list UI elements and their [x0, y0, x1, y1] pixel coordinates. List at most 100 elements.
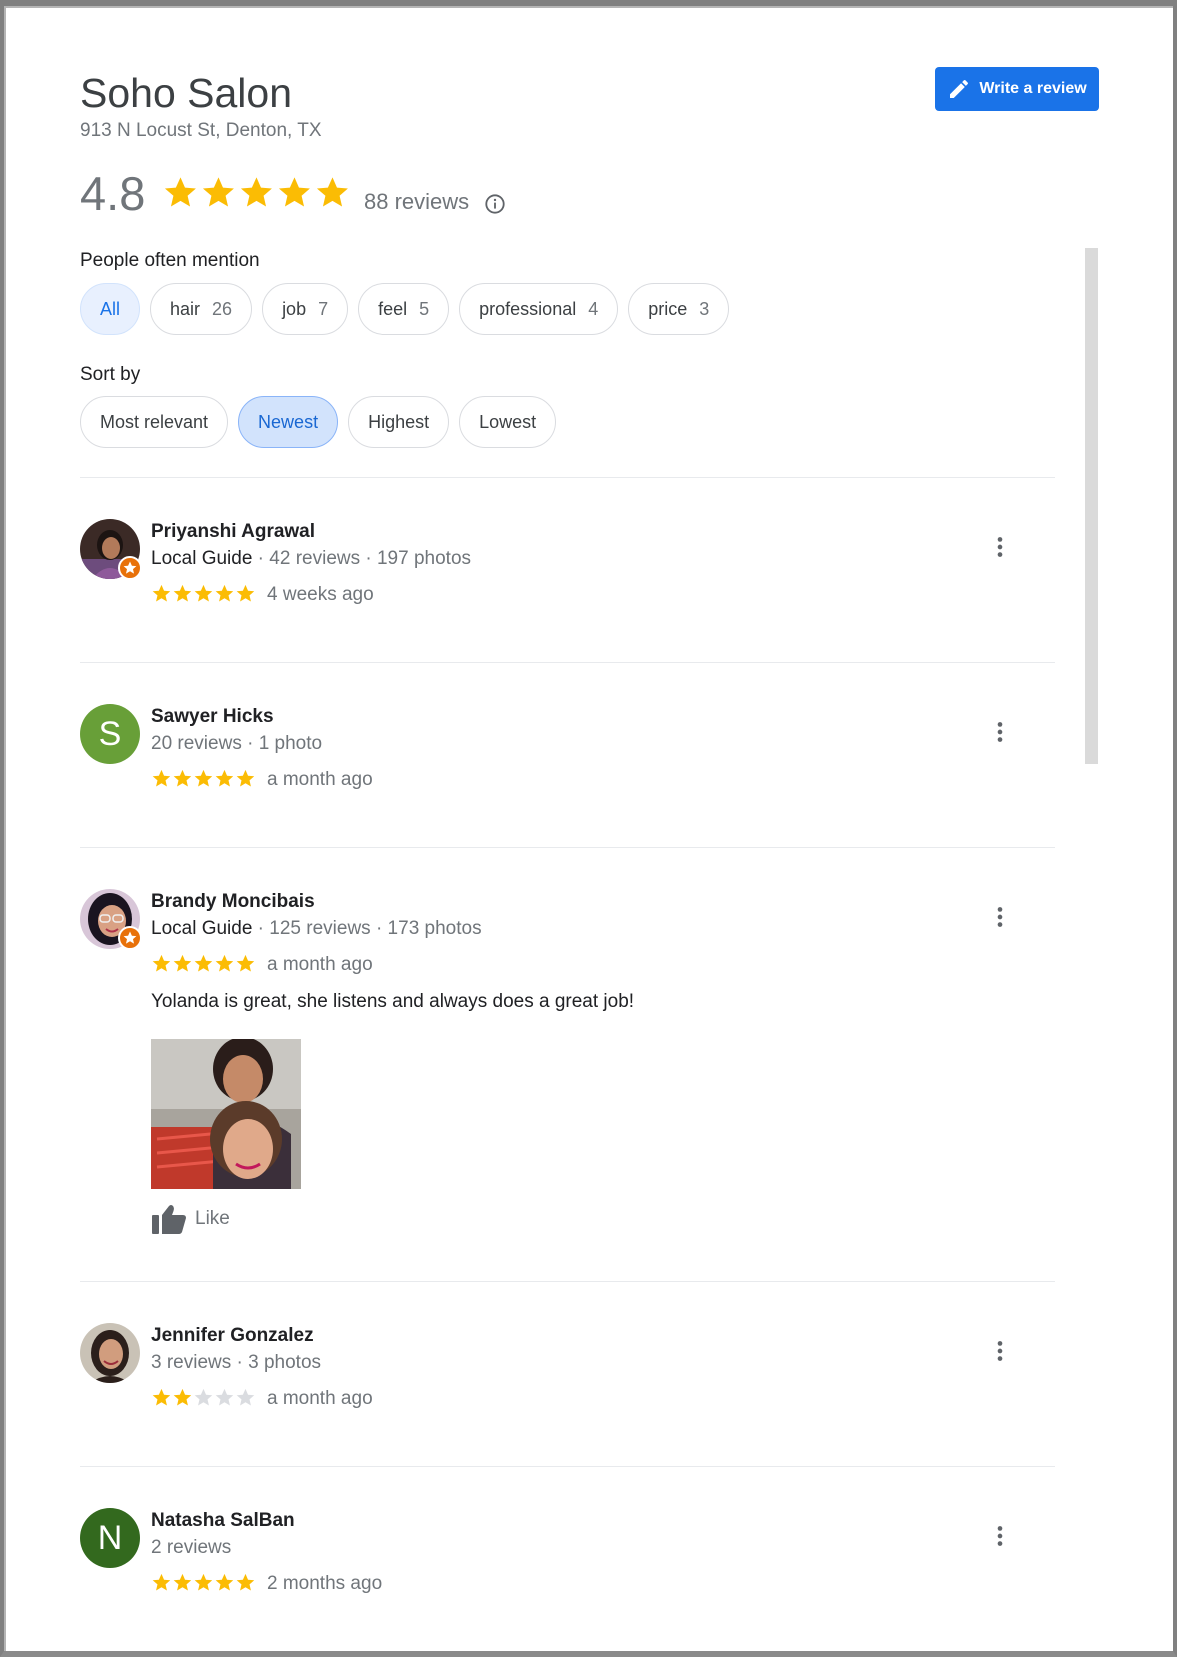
star-icon — [173, 954, 192, 972]
sort-options: Most relevant Newest Highest Lowest — [80, 396, 557, 448]
mention-chip-job[interactable]: job 7 — [262, 283, 349, 335]
review-date: a month ago — [267, 769, 373, 790]
review-date: a month ago — [267, 954, 373, 975]
write-review-button[interactable]: Write a review — [935, 67, 1099, 111]
star-icon — [316, 177, 348, 207]
avatar[interactable] — [80, 519, 142, 580]
sort-newest[interactable]: Newest — [238, 396, 339, 448]
reviews-panel: Soho Salon 913 N Locust St, Denton, TX W… — [0, 0, 1177, 1657]
star-icon — [152, 954, 171, 972]
sort-option-label: Newest — [258, 411, 319, 432]
reviewer-meta: Local Guide · 42 reviews · 197 photos — [151, 548, 471, 570]
reviewer-stats: · 42 reviews · 197 photos — [252, 548, 472, 569]
reviewer-meta: 20 reviews · 1 photo — [151, 733, 322, 755]
reviewer-meta: Local Guide · 125 reviews · 173 photos — [151, 918, 482, 940]
mention-chip-label: hair — [170, 298, 201, 319]
more-vert-icon[interactable] — [986, 1337, 1014, 1365]
like-label: Like — [195, 1208, 230, 1229]
mention-chip-feel[interactable]: feel 5 — [358, 283, 450, 335]
local-guide-badge-icon — [118, 926, 142, 950]
avatar[interactable] — [80, 889, 142, 950]
star-icon — [236, 1388, 255, 1406]
review-stars — [151, 953, 256, 974]
reviewer-stats: 2 reviews — [151, 1537, 232, 1558]
star-icon — [152, 1388, 171, 1406]
sort-option-label: Most relevant — [100, 411, 209, 432]
star-icon — [215, 769, 234, 787]
star-icon — [173, 1573, 192, 1591]
star-icon — [236, 584, 255, 602]
star-icon — [236, 1573, 255, 1591]
review-text: Yolanda is great, she listens and always… — [151, 991, 635, 1012]
mention-chip-hair[interactable]: hair 26 — [150, 283, 253, 335]
mentions-label: People often mention — [80, 250, 260, 271]
avatar-letter: N — [97, 1518, 123, 1557]
total-review-count: 88 reviews — [364, 189, 470, 214]
star-icon — [215, 1573, 234, 1591]
review-stars — [151, 583, 256, 604]
reviewer-name[interactable]: Jennifer Gonzalez — [151, 1325, 314, 1347]
reviewer-name[interactable]: Brandy Moncibais — [151, 891, 315, 913]
avatar[interactable] — [80, 1323, 140, 1383]
avatar[interactable]: S — [80, 704, 140, 764]
avatar-photo — [80, 1323, 140, 1383]
avatar[interactable]: N — [80, 1508, 140, 1568]
more-vert-icon[interactable] — [986, 903, 1014, 931]
star-icon — [215, 584, 234, 602]
star-icon — [278, 177, 310, 207]
mention-chip-count: 4 — [588, 298, 599, 319]
avatar-letter: S — [98, 714, 122, 753]
info-icon[interactable] — [484, 193, 506, 215]
divider — [80, 477, 1055, 478]
business-address: 913 N Locust St, Denton, TX — [80, 120, 322, 141]
mention-chip-professional[interactable]: professional 4 — [459, 283, 619, 335]
star-icon — [236, 954, 255, 972]
sort-highest[interactable]: Highest — [348, 396, 450, 448]
reviewer-name[interactable]: Priyanshi Agrawal — [151, 521, 315, 543]
review-date: a month ago — [267, 1388, 373, 1409]
divider — [80, 1466, 1055, 1467]
sort-lowest[interactable]: Lowest — [459, 396, 557, 448]
mention-chip-price[interactable]: price 3 — [628, 283, 730, 335]
mention-chip-count: 3 — [699, 298, 710, 319]
reviewer-name[interactable]: Sawyer Hicks — [151, 706, 274, 728]
local-guide-badge-icon — [118, 556, 142, 580]
star-icon — [215, 954, 234, 972]
review-date: 2 months ago — [267, 1573, 383, 1594]
business-name: Soho Salon — [80, 70, 293, 116]
average-rating: 4.8 — [80, 167, 146, 220]
mention-chip-label: job — [282, 298, 307, 319]
reviewer-meta: 2 reviews — [151, 1537, 231, 1559]
star-icon — [202, 177, 234, 207]
star-icon — [194, 584, 213, 602]
more-vert-icon[interactable] — [986, 718, 1014, 746]
like-button[interactable]: Like — [151, 1203, 230, 1235]
reviewer-name[interactable]: Natasha SalBan — [151, 1510, 295, 1532]
average-rating-stars — [162, 174, 351, 211]
reviewer-stats: 20 reviews · 1 photo — [151, 733, 323, 754]
sort-most-relevant[interactable]: Most relevant — [80, 396, 229, 448]
mention-chip-count: 5 — [419, 298, 430, 319]
mention-chip-all[interactable]: All — [80, 283, 141, 335]
star-icon — [240, 177, 272, 207]
local-guide-label: Local Guide — [151, 918, 253, 939]
mention-chip-count: 7 — [318, 298, 329, 319]
sort-option-label: Lowest — [479, 411, 537, 432]
mention-chip-label: professional — [479, 298, 577, 319]
star-icon — [236, 769, 255, 787]
more-vert-icon[interactable] — [986, 533, 1014, 561]
divider — [80, 847, 1055, 848]
star-icon — [215, 1388, 234, 1406]
star-icon — [152, 769, 171, 787]
sort-option-label: Highest — [368, 411, 430, 432]
star-icon — [173, 584, 192, 602]
thumb-up-icon — [152, 1205, 186, 1234]
review-photo[interactable] — [151, 1039, 301, 1189]
review-date: 4 weeks ago — [267, 584, 374, 605]
divider — [80, 662, 1055, 663]
star-icon — [173, 769, 192, 787]
scrollbar-thumb[interactable] — [1085, 248, 1098, 764]
more-vert-icon[interactable] — [986, 1522, 1014, 1550]
reviewer-stats: · 125 reviews · 173 photos — [252, 918, 482, 939]
write-review-label: Write a review — [979, 80, 1087, 97]
